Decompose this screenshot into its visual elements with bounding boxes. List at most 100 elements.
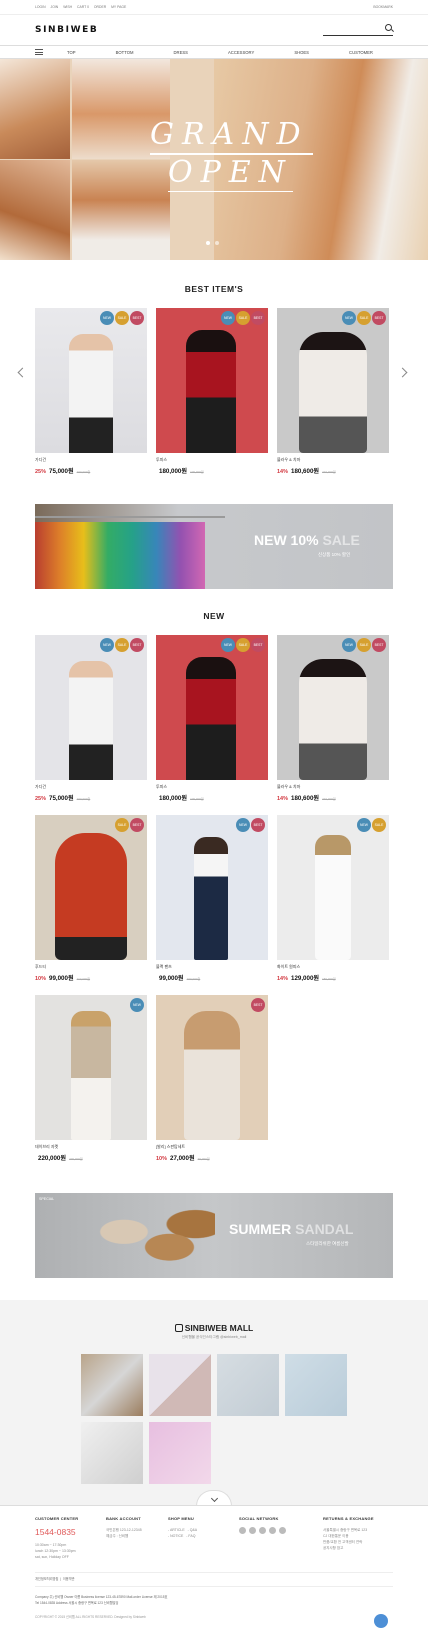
product-image[interactable]: NEW BEST (156, 815, 268, 960)
facebook-icon[interactable] (249, 1527, 256, 1534)
product-card[interactable]: SALE BEST 후드티 10% 99,000원 110,000원 (35, 815, 147, 982)
product-name[interactable]: 투피스 (156, 784, 268, 790)
nav-item-shoes[interactable]: SHOES (294, 50, 309, 55)
badges: NEW SALE (357, 818, 386, 832)
escrow-badge-icon[interactable] (374, 1614, 388, 1628)
instagram-photo[interactable] (149, 1422, 211, 1484)
bank-account: BANK ACCOUNT 국민은행 123-12-12345 예금주 : 신비웹 (106, 1516, 142, 1539)
product-image[interactable]: NEW SALE BEST (156, 635, 268, 780)
nav-item-customer[interactable]: CUSTOMER (349, 50, 373, 55)
badges: NEW SALE BEST (342, 638, 386, 652)
new-badge: NEW (130, 998, 144, 1012)
slider-dots[interactable] (206, 241, 219, 245)
original-price: 100,000원 (186, 977, 201, 981)
banner-headline: NEW 10% SALE (254, 532, 360, 548)
product-card[interactable]: NEW SALE 화이트 원피스 14% 129,000원 150,000원 (277, 815, 389, 982)
mall-subtitle: 신비웹몰 공식인스타그램 @sinbiweb_mall (181, 1335, 247, 1339)
product-name[interactable]: 가디건 (35, 457, 147, 463)
new-section-title: NEW (203, 611, 225, 621)
next-arrow-icon[interactable] (397, 367, 408, 378)
product-card[interactable]: NEW SALE BEST 투피스 180,000원 100,000원 (156, 308, 268, 475)
sale-price: 180,600원 (291, 795, 320, 802)
new-badge: NEW (342, 311, 356, 325)
product-image[interactable]: SALE BEST (35, 815, 147, 960)
instagram-icon[interactable] (259, 1527, 266, 1534)
policy-links: 개인정보처리방침 | 이용약관 (35, 1577, 75, 1581)
instagram-photo[interactable] (81, 1354, 143, 1416)
account-links: LOGIN JOIN WISH CART 0 ORDER MY PAGE (35, 5, 130, 9)
shop-menu-faq[interactable]: - FAQ (186, 1534, 195, 1538)
menu-icon[interactable] (35, 48, 43, 56)
product-card[interactable]: NEW SALE BEST 가디건 25% 75,000원 100,000원 (35, 635, 147, 802)
scroll-down-tab[interactable] (196, 1490, 232, 1506)
product-name[interactable]: [발리] 스판탑세트 (156, 1144, 268, 1150)
shop-menu-article[interactable]: - ARTICLE (168, 1528, 185, 1532)
divider (35, 1586, 393, 1587)
product-name[interactable]: 가디건 (35, 784, 147, 790)
nav-item-dress[interactable]: DRESS (174, 50, 188, 55)
login-link[interactable]: LOGIN (35, 5, 46, 9)
instagram-photo[interactable] (217, 1354, 279, 1416)
nav-item-top[interactable]: TOP (67, 50, 76, 55)
product-name[interactable]: 후드티 (35, 964, 147, 970)
badges: SALE BEST (115, 818, 144, 832)
sale-price: 180,600원 (291, 468, 320, 475)
discount-rate: 14% (277, 796, 289, 802)
shop-menu-qna[interactable]: - Q&A (188, 1528, 198, 1532)
kakao-icon[interactable] (239, 1527, 246, 1534)
sandal-banner[interactable]: SPECIAL SUMMER SANDAL 스타일리쉬한 여름신발 (35, 1193, 393, 1278)
product-name[interactable]: 데이브리 자켓 (35, 1144, 147, 1150)
sale-badge: SALE (115, 311, 129, 325)
search-icon[interactable] (385, 24, 392, 31)
mypage-link[interactable]: MY PAGE (111, 5, 126, 9)
product-image[interactable]: NEW SALE BEST (35, 635, 147, 780)
sale-banner[interactable]: NEW 10% SALE 신상품 10% 할인 (35, 504, 393, 589)
slider-dot[interactable] (206, 241, 210, 245)
product-card[interactable]: NEW SALE BEST 블라우 & 치마 14% 180,600원 210,000원 (277, 635, 389, 802)
slider-dot[interactable] (215, 241, 219, 245)
product-card[interactable]: NEW BEST 블랙 팬츠 99,000원 100,000원 (156, 815, 268, 982)
product-card[interactable]: BEST [발리] 스판탑세트 10% 27,000원 30,000원 (156, 995, 268, 1162)
cart-link[interactable]: CART 0 (77, 5, 89, 9)
product-image[interactable]: NEW SALE BEST (277, 635, 389, 780)
instagram-photo[interactable] (81, 1422, 143, 1484)
best-badge: BEST (251, 638, 265, 652)
social-network: SOCIAL NETWORK (239, 1516, 286, 1534)
product-image[interactable]: NEW SALE (277, 815, 389, 960)
product-image[interactable]: NEW (35, 995, 147, 1140)
privacy-link[interactable]: 개인정보처리방침 (35, 1577, 58, 1581)
product-card[interactable]: NEW SALE BEST 투피스 180,000원 100,000원 (156, 635, 268, 802)
prev-arrow-icon[interactable] (17, 367, 28, 378)
product-image[interactable]: NEW SALE BEST (277, 308, 389, 453)
product-card[interactable]: NEW 데이브리 자켓 220,000원 230,000원 (35, 995, 147, 1162)
product-image[interactable]: BEST (156, 995, 268, 1140)
product-image[interactable]: NEW SALE BEST (156, 308, 268, 453)
order-link[interactable]: ORDER (94, 5, 106, 9)
nav-item-bottom[interactable]: BOTTOM (116, 50, 134, 55)
bank-holder: 예금주 : 신비웹 (106, 1534, 129, 1538)
wish-link[interactable]: WISH (63, 5, 72, 9)
discount-rate: 25% (35, 469, 47, 475)
product-name[interactable]: 화이트 원피스 (277, 964, 389, 970)
instagram-photo[interactable] (285, 1354, 347, 1416)
product-name[interactable]: 블라우 & 치마 (277, 457, 389, 463)
join-link[interactable]: JOIN (51, 5, 59, 9)
product-card[interactable]: NEW SALE BEST 가디건 25% 75,000원 100,000원 (35, 308, 147, 475)
instagram-photo[interactable] (149, 1354, 211, 1416)
product-name[interactable]: 블라우 & 치마 (277, 784, 389, 790)
product-name[interactable]: 투피스 (156, 457, 268, 463)
shop-menu-notice[interactable]: - NOTICE (168, 1534, 183, 1538)
youtube-icon[interactable] (269, 1527, 276, 1534)
product-card[interactable]: NEW SALE BEST 블라우 & 치마 14% 180,600원 210,000원 (277, 308, 389, 475)
product-image[interactable]: NEW SALE BEST (35, 308, 147, 453)
search-input[interactable] (323, 24, 393, 36)
terms-link[interactable]: 이용약관 (63, 1577, 75, 1581)
hero-slider[interactable]: GRAND OPEN (0, 59, 428, 260)
product-name[interactable]: 블랙 팬츠 (156, 964, 268, 970)
blog-icon[interactable] (279, 1527, 286, 1534)
banner-subtext: 스타일리쉬한 여름신발 (306, 1241, 349, 1246)
bookmark-link[interactable]: BOOKMARK (373, 5, 393, 9)
nav-item-accessory[interactable]: ACCESSORY (228, 50, 254, 55)
sale-price: 129,000원 (291, 975, 320, 982)
site-logo[interactable]: SINBIWEB (35, 25, 98, 35)
